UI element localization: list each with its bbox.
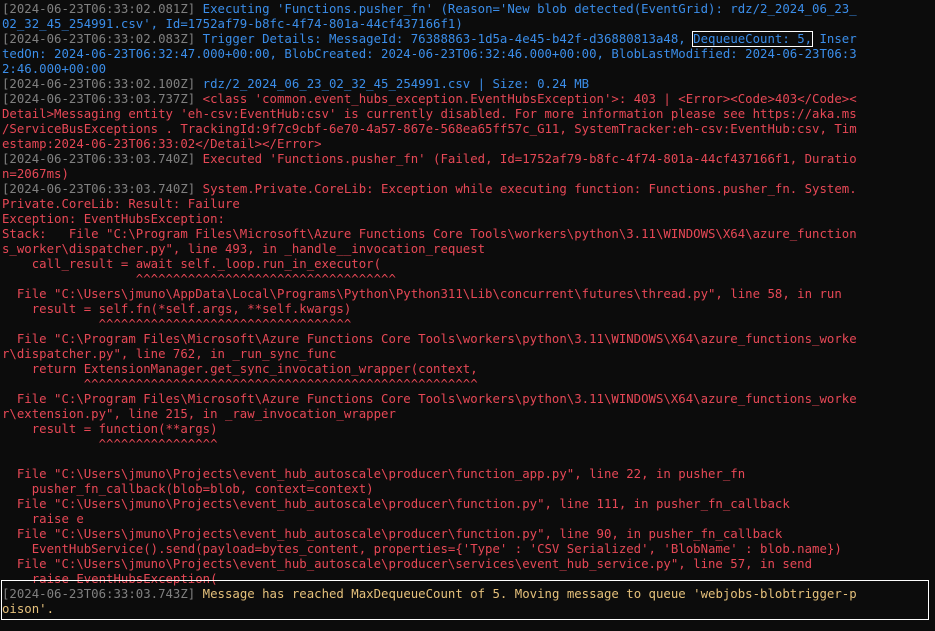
log-timestamp: [2024-06-23T06:33:02.083Z] bbox=[2, 32, 196, 46]
stack-trace-line: ^^^^^^^^^^^^^^^^^^^^^^^^^^^^^^^^^^^ bbox=[2, 272, 396, 286]
log-message: rdz/2_2024_06_23_02_32_45_254991.csv | S… bbox=[195, 77, 590, 91]
log-line-exception: [2024-06-23T06:33:03.737Z] <class 'commo… bbox=[2, 92, 935, 107]
stack-trace-line: Exception: EventHubsException: bbox=[2, 212, 225, 226]
log-line-executing: [2024-06-23T06:33:02.081Z] Executing 'Fu… bbox=[2, 2, 935, 17]
stack-trace-line: Private.CoreLib: Result: Failure bbox=[2, 197, 240, 211]
log-message: Executing 'Functions.pusher_fn' (Reason=… bbox=[195, 2, 857, 16]
stack-trace-line: File "C:\Program Files\Microsoft\Azure F… bbox=[2, 332, 857, 346]
log-line-final-cont: oison'. bbox=[2, 602, 55, 616]
stack-trace-line: result = self.fn(*self.args, **self.kwar… bbox=[2, 302, 352, 316]
stack-trace-line: r\dispatcher.py", line 762, in _run_sync… bbox=[2, 347, 337, 361]
log-timestamp: [2024-06-23T06:33:03.740Z] bbox=[2, 182, 196, 196]
stack-trace-line: File "C:\Users\jmuno\Projects\event_hub_… bbox=[2, 467, 746, 481]
log-timestamp: [2024-06-23T06:33:02.081Z] bbox=[2, 2, 196, 16]
log-line-executed-cont: n=2067ms) bbox=[2, 167, 69, 181]
log-line-blob: [2024-06-23T06:33:02.100Z] rdz/2_2024_06… bbox=[2, 77, 935, 92]
log-message: Trigger Details: MessageId: 76388863-1d5… bbox=[195, 32, 694, 46]
dequeue-count-highlight: DequeueCount: 5, bbox=[692, 31, 814, 47]
log-message: Message has reached MaxDequeueCount of 5… bbox=[195, 587, 857, 601]
log-line-system: [2024-06-23T06:33:03.740Z] System.Privat… bbox=[2, 182, 935, 197]
stack-trace-line: ^^^^^^^^^^^^^^^^^^^^^^^^^^^^^^^^^^^^^^^^… bbox=[2, 377, 478, 391]
log-message: <class 'common.event_hubs_exception.Even… bbox=[195, 92, 857, 106]
stack-trace-line: call_result = await self._loop.run_in_ex… bbox=[2, 257, 382, 271]
log-timestamp: [2024-06-23T06:33:03.737Z] bbox=[2, 92, 196, 106]
log-message: System.Private.CoreLib: Exception while … bbox=[195, 182, 857, 196]
stack-trace-line: result = function(**args) bbox=[2, 422, 218, 436]
stack-trace-line: File "C:\Users\jmuno\Projects\event_hub_… bbox=[2, 497, 790, 511]
log-line-final: [2024-06-23T06:33:03.743Z] Message has r… bbox=[2, 587, 857, 602]
stack-trace-line: Stack: File "C:\Program Files\Microsoft\… bbox=[2, 227, 857, 241]
log-message: Inser bbox=[812, 32, 857, 46]
log-line-trigger-cont: 2:46.000+00:00 bbox=[2, 62, 107, 76]
stack-trace-line: pusher_fn_callback(blob=blob, context=co… bbox=[2, 482, 374, 496]
stack-trace: Private.CoreLib: Result: Failure Exceptio… bbox=[2, 197, 935, 587]
stack-trace-line: EventHubService().send(payload=bytes_con… bbox=[2, 542, 842, 556]
log-line-trigger: [2024-06-23T06:33:02.083Z] Trigger Detai… bbox=[2, 31, 935, 47]
log-line-executing-cont: 02_32_45_254991.csv', Id=1752af79-b8fc-4… bbox=[2, 17, 463, 31]
stack-trace-line: File "C:\Users\jmuno\Projects\event_hub_… bbox=[2, 557, 813, 571]
stack-trace-line: File "C:\Users\jmuno\AppData\Local\Progr… bbox=[2, 287, 842, 301]
log-timestamp: [2024-06-23T06:33:03.743Z] bbox=[2, 587, 196, 601]
log-message: Executed 'Functions.pusher_fn' (Failed, … bbox=[195, 152, 857, 166]
stack-trace-line: File "C:\Program Files\Microsoft\Azure F… bbox=[2, 392, 857, 406]
log-line-exception-cont: Detail>Messaging entity 'eh-csv:EventHub… bbox=[2, 107, 857, 121]
log-timestamp: [2024-06-23T06:33:02.100Z] bbox=[2, 77, 196, 91]
terminal-output[interactable]: [2024-06-23T06:33:02.081Z] Executing 'Fu… bbox=[0, 0, 935, 631]
stack-trace-line: File "C:\Users\jmuno\Projects\event_hub_… bbox=[2, 527, 783, 541]
stack-trace-line: return ExtensionManager.get_sync_invocat… bbox=[2, 362, 478, 376]
stack-trace-line: raise e bbox=[2, 512, 84, 526]
stack-trace-line bbox=[2, 452, 935, 467]
log-line-exception-cont: /ServiceBusExceptions . TrackingId:9f7c9… bbox=[2, 122, 857, 136]
log-line-trigger-cont: tedOn: 2024-06-23T06:32:47.000+00:00, Bl… bbox=[2, 47, 857, 61]
stack-trace-line: ^^^^^^^^^^^^^^^^^^^^^^^^^^^^^^^^^^ bbox=[2, 317, 352, 331]
stack-trace-line: ^^^^^^^^^^^^^^^^ bbox=[2, 437, 218, 451]
log-line-exception-cont: estamp:2024-06-23T06:33:02</Detail></Err… bbox=[2, 137, 322, 151]
log-timestamp: [2024-06-23T06:33:03.740Z] bbox=[2, 152, 196, 166]
stack-trace-line: r\extension.py", line 215, in _raw_invoc… bbox=[2, 407, 396, 421]
final-message: [2024-06-23T06:33:03.743Z] Message has r… bbox=[2, 587, 857, 617]
stack-trace-line: s_worker\dispatcher.py", line 493, in _h… bbox=[2, 242, 486, 256]
log-line-executed: [2024-06-23T06:33:03.740Z] Executed 'Fun… bbox=[2, 152, 935, 167]
